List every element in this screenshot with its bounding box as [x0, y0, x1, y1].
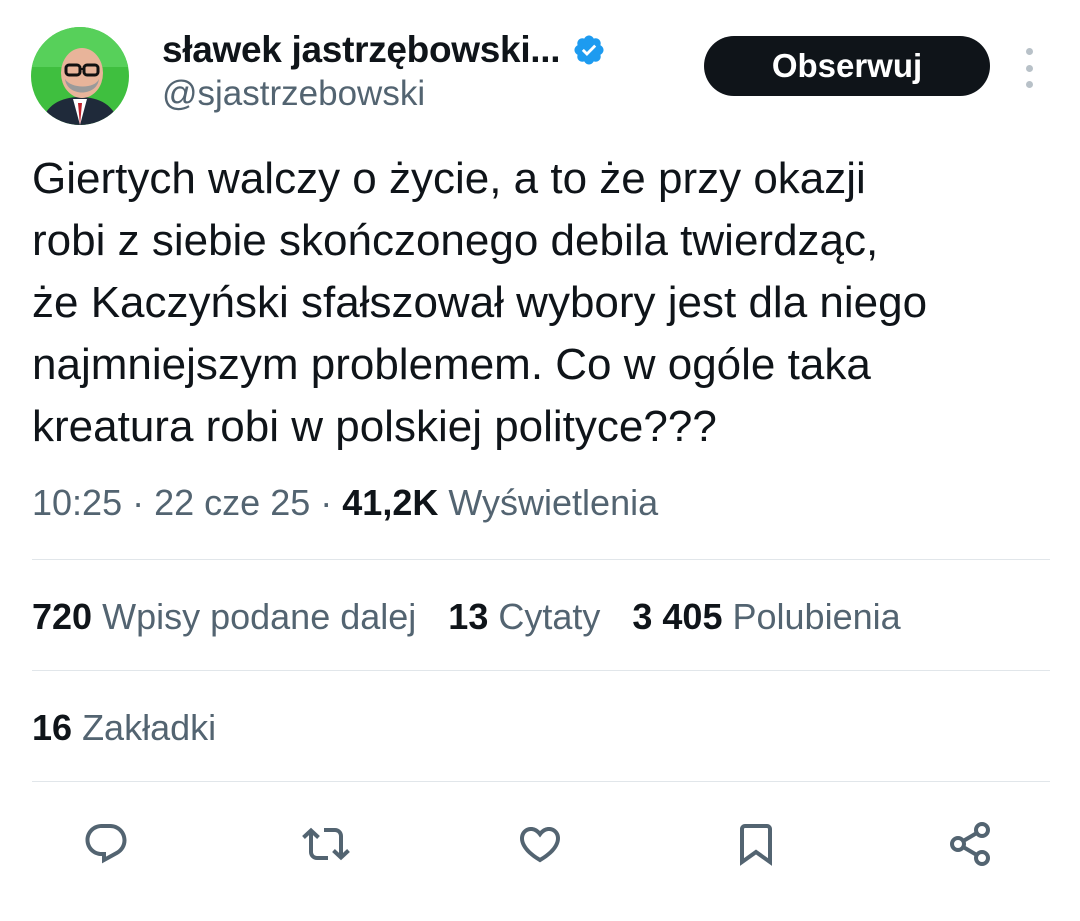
tweet-actions-bar [0, 818, 1080, 870]
meta-separator: · [320, 482, 333, 523]
more-vertical-icon[interactable] [1014, 48, 1044, 88]
quotes-stat[interactable]: 13 Cytaty [448, 596, 600, 638]
quotes-count: 13 [448, 596, 489, 637]
repost-icon[interactable] [300, 818, 352, 870]
more-dot [1025, 48, 1033, 55]
divider [32, 559, 1050, 560]
bookmark-icon[interactable] [730, 818, 782, 870]
bookmarks-stat[interactable]: 16 Zakładki [32, 707, 216, 749]
reposts-count: 720 [32, 596, 93, 637]
quotes-label: Cytaty [498, 596, 601, 637]
reposts-stat[interactable]: 720 Wpisy podane dalej [32, 596, 416, 638]
divider [32, 781, 1050, 782]
more-dot [1025, 64, 1033, 72]
author-avatar[interactable] [31, 27, 129, 125]
reply-icon[interactable] [80, 818, 132, 870]
views-count: 41,2K [342, 482, 439, 523]
views-label: Wyświetlenia [448, 482, 659, 523]
divider [32, 670, 1050, 671]
follow-button[interactable]: Obserwuj [704, 36, 990, 96]
avatar-image [31, 27, 129, 125]
reposts-label: Wpisy podane dalej [102, 596, 417, 637]
engagement-stats: 720 Wpisy podane dalej 13 Cytaty 3 405 P… [32, 596, 901, 638]
author-display-name[interactable]: sławek jastrzębowski... [162, 29, 561, 71]
tweet-date[interactable]: 22 cze 25 [154, 482, 310, 523]
author-name-row[interactable]: sławek jastrzębowski... [162, 26, 606, 74]
author-handle[interactable]: @sjastrzebowski [162, 74, 425, 114]
bookmarks-count: 16 [32, 707, 73, 748]
bookmarks-label: Zakładki [82, 707, 217, 748]
heart-icon[interactable] [514, 818, 566, 870]
tweet-meta: 10:25 · 22 cze 25 · 41,2K Wyświetlenia [32, 482, 658, 524]
likes-stat[interactable]: 3 405 Polubienia [632, 596, 900, 638]
verified-badge-icon[interactable] [572, 33, 606, 67]
share-icon[interactable] [944, 818, 996, 870]
likes-label: Polubienia [732, 596, 901, 637]
tweet-time[interactable]: 10:25 [32, 482, 122, 523]
tweet-text: Giertych walczy o życie, a to że przy ok… [32, 154, 928, 451]
meta-separator: · [132, 482, 145, 523]
likes-count: 3 405 [632, 596, 723, 637]
more-dot [1025, 81, 1033, 88]
